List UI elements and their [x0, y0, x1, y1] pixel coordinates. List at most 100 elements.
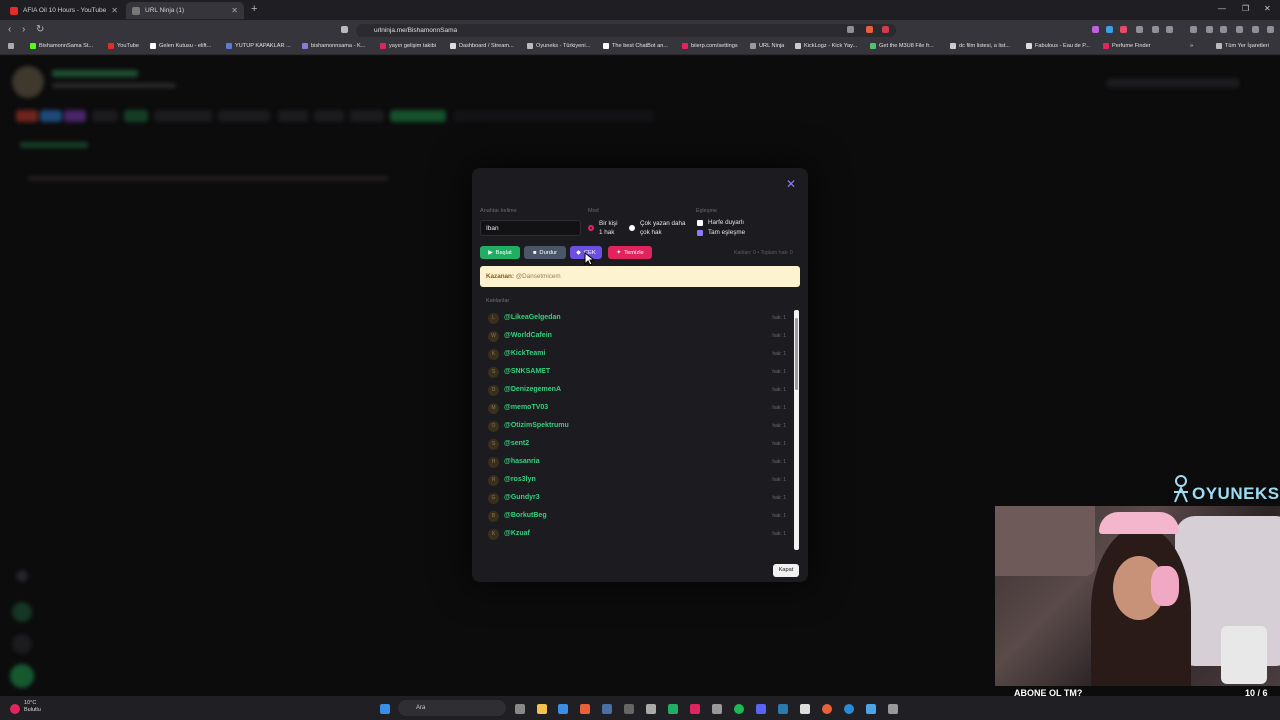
panel-icon[interactable]	[1206, 26, 1213, 33]
close-icon[interactable]: ✕	[786, 177, 796, 191]
new-tab-button[interactable]: +	[251, 3, 257, 15]
browser-icon[interactable]	[822, 704, 832, 714]
more-bookmarks-icon[interactable]: »	[1190, 43, 1193, 49]
bookmark-item[interactable]: The best ChatBot an...	[603, 43, 668, 49]
brave-rewards-icon[interactable]	[882, 26, 889, 33]
forward-icon[interactable]: ›	[22, 24, 25, 35]
app-icon[interactable]	[866, 704, 876, 714]
extension-icon[interactable]	[1120, 26, 1127, 33]
brave-icon[interactable]	[580, 704, 590, 714]
dice-icon: ◆	[576, 249, 581, 256]
settings-icon[interactable]	[888, 704, 898, 714]
back-icon[interactable]: ‹	[8, 24, 11, 35]
bookmark-item[interactable]: dc film listesi, a list...	[950, 43, 1010, 49]
weather-widget[interactable]: 10°C Bulutlu	[24, 700, 41, 714]
edge-icon[interactable]	[844, 704, 854, 714]
exact-match-checkbox[interactable]	[697, 230, 703, 236]
bookmark-icon[interactable]	[341, 26, 348, 33]
broom-icon: ✦	[616, 249, 622, 256]
windows-start-icon[interactable]	[380, 704, 390, 714]
music-icon[interactable]	[1190, 26, 1197, 33]
bookmark-item[interactable]: Perfume Finder	[1103, 43, 1151, 49]
task-view-icon[interactable]	[515, 704, 525, 714]
extension-icon[interactable]	[1136, 26, 1143, 33]
keyword-label: Anahtar kelime	[480, 208, 517, 214]
participant-name: @Gundyr3	[504, 494, 540, 501]
restore-icon[interactable]: ❐	[1242, 4, 1249, 13]
bookmark-item[interactable]: KickLogz - Kick Yay...	[795, 43, 857, 49]
mode-radio-many[interactable]	[629, 225, 635, 231]
obs-icon[interactable]	[646, 704, 656, 714]
apps-icon[interactable]	[8, 43, 17, 49]
close-window-icon[interactable]: ✕	[1264, 4, 1271, 13]
clear-button[interactable]: ✦ Temizle	[608, 246, 652, 259]
bookmark-item[interactable]: Get the M3U8 File fr...	[870, 43, 934, 49]
bookmark-item[interactable]: Dashboard / Stream...	[450, 43, 514, 49]
start-button[interactable]: ▶ Başlat	[480, 246, 520, 259]
bookmark-item[interactable]: YouTube	[108, 43, 139, 49]
spotify-icon[interactable]	[734, 704, 744, 714]
scrollbar-thumb[interactable]	[795, 318, 798, 390]
app-icon[interactable]	[690, 704, 700, 714]
leo-icon[interactable]	[1252, 26, 1259, 33]
store-icon[interactable]	[558, 704, 568, 714]
bookmark-item[interactable]: Fabulous - Eau de P...	[1026, 43, 1090, 49]
vpn-icon[interactable]	[1236, 26, 1243, 33]
bookmark-item[interactable]: YUTUP KAPAKLAR ...	[226, 43, 291, 49]
tab-url-ninja[interactable]: URL Ninja (1) ✕	[126, 2, 244, 19]
minimize-icon[interactable]: —	[1218, 4, 1226, 13]
bookmark-item[interactable]: bishamonnsama - K...	[302, 43, 365, 49]
brand-logo: OYUNEKS	[1172, 474, 1280, 503]
discord-icon[interactable]	[756, 704, 766, 714]
stop-button[interactable]: ■ Durdur	[524, 246, 566, 259]
extensions-puzzle-icon[interactable]	[1152, 26, 1159, 33]
avatar: L	[488, 313, 499, 324]
xbox-icon[interactable]	[668, 704, 678, 714]
avatar: O	[488, 421, 499, 432]
wallet-icon[interactable]	[1220, 26, 1227, 33]
steam-icon[interactable]	[602, 704, 612, 714]
app-icon[interactable]	[712, 704, 722, 714]
extension-icon[interactable]	[1106, 26, 1113, 33]
tab-youtube[interactable]: AFIA Oil 10 Hours - YouTube ✕	[4, 2, 124, 19]
bookmark-item[interactable]: URL Ninja	[750, 43, 784, 49]
participant-name: @LikeaGelgedan	[504, 314, 561, 321]
bookmark-item[interactable]: biierp.com/settings	[682, 43, 738, 49]
close-icon[interactable]: ✕	[231, 6, 238, 15]
file-explorer-icon[interactable]	[537, 704, 547, 714]
menu-icon[interactable]	[1267, 26, 1274, 33]
participant-entries: hak: 1	[772, 441, 786, 447]
close-button[interactable]: Kapat	[773, 564, 799, 577]
app-icon[interactable]	[800, 704, 810, 714]
keyword-input[interactable]	[480, 220, 581, 236]
calculator-icon[interactable]	[624, 704, 634, 714]
address-bar[interactable]: urlninja.me/BishamonnSama	[356, 24, 896, 37]
winner-box: Kazanan: @Dansetmicem	[480, 266, 800, 287]
headset-earcup	[1151, 566, 1179, 606]
bookmark-item[interactable]: BishamonnSama St...	[30, 43, 93, 49]
participant-name: @hasanria	[504, 458, 540, 465]
taskbar-search[interactable]: Ara	[398, 700, 506, 716]
bookmark-item[interactable]: Gelen Kutusu - elift...	[150, 43, 211, 49]
share-icon[interactable]	[847, 26, 854, 33]
app-icon[interactable]	[778, 704, 788, 714]
all-bookmarks[interactable]: Tüm Yer İşaretleri	[1216, 43, 1269, 49]
extension-icon[interactable]	[1092, 26, 1099, 33]
weather-icon[interactable]	[10, 704, 20, 714]
participant-entries: hak: 1	[772, 477, 786, 483]
brave-shield-icon[interactable]	[866, 26, 873, 33]
participant-entries: hak: 1	[772, 423, 786, 429]
mode-radio-one[interactable]	[588, 225, 594, 231]
participant-name: @memoTV03	[504, 404, 549, 411]
participant-name: @Kzuaf	[504, 530, 530, 537]
bookmark-item[interactable]: yayın gelişim takibi	[380, 43, 436, 49]
blurred-side-icon	[16, 570, 28, 582]
sidebar-icon[interactable]	[1166, 26, 1173, 33]
case-sensitive-checkbox[interactable]	[697, 220, 703, 226]
reload-icon[interactable]: ↻	[36, 24, 44, 35]
youtube-icon	[108, 43, 114, 49]
close-icon[interactable]: ✕	[111, 6, 118, 15]
bookmark-item[interactable]: Oyuneks - Türkiyeni...	[527, 43, 590, 49]
taskbar	[0, 696, 1280, 720]
url-ninja-icon	[750, 43, 756, 49]
